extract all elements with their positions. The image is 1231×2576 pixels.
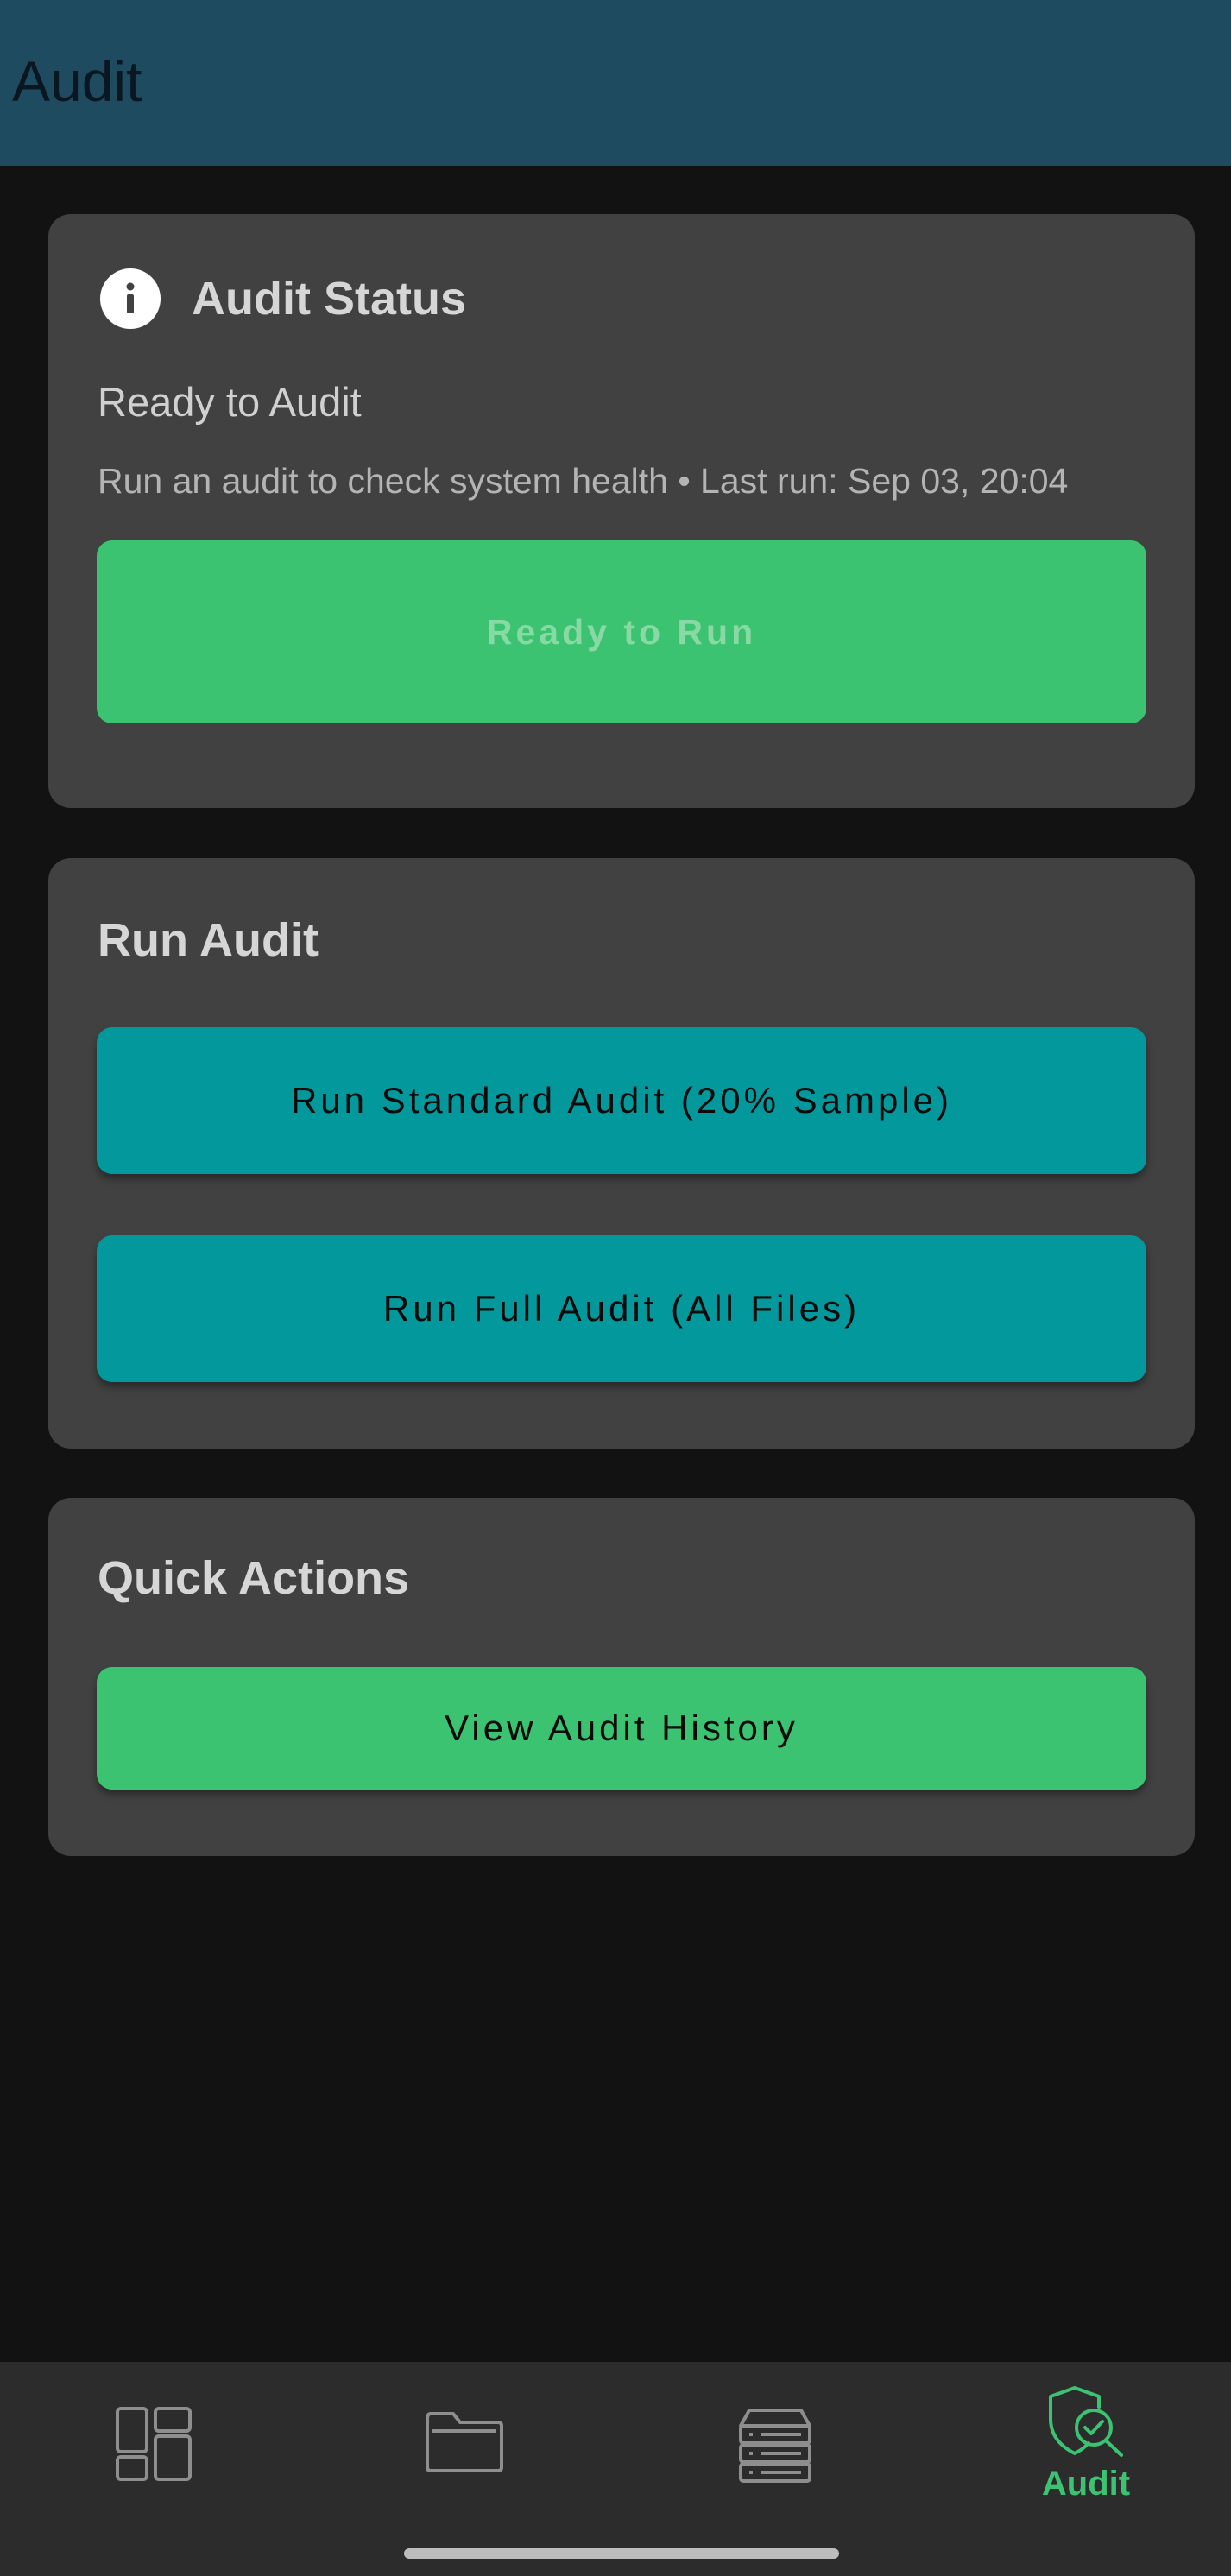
run-audit-title: Run Audit — [98, 914, 319, 966]
page-title: Audit — [12, 49, 142, 113]
quick-actions-card: Quick Actions View Audit History — [48, 1498, 1195, 1856]
run-audit-card: Run Audit Run Standard Audit (20% Sample… — [48, 858, 1195, 1449]
nav-label-audit: Audit — [1041, 2465, 1131, 2503]
app-screen: Audit Audit Status Ready to Audit Run an… — [0, 0, 1231, 2576]
audit-status-description: Run an audit to check system health • La… — [98, 461, 1069, 501]
audit-status-card: Audit Status Ready to Audit Run an audit… — [48, 214, 1195, 808]
home-indicator[interactable] — [404, 2548, 839, 2559]
run-standard-audit-button[interactable]: Run Standard Audit (20% Sample) — [97, 1027, 1146, 1174]
view-audit-history-button[interactable]: View Audit History — [97, 1667, 1146, 1790]
quick-actions-title: Quick Actions — [98, 1552, 410, 1604]
nav-item-storage[interactable] — [622, 2362, 929, 2576]
app-bar: Audit — [0, 0, 1231, 166]
nav-item-audit[interactable]: Audit — [932, 2362, 1231, 2576]
nav-item-files[interactable] — [311, 2362, 618, 2576]
dashboard-icon — [116, 2407, 192, 2485]
folder-icon — [426, 2407, 503, 2477]
audit-status-header: Audit Status — [100, 268, 466, 329]
audit-shield-icon — [1045, 2384, 1127, 2463]
run-full-audit-button[interactable]: Run Full Audit (All Files) — [97, 1235, 1146, 1382]
info-icon — [100, 268, 161, 329]
storage-icon — [737, 2407, 813, 2487]
nav-item-dashboard[interactable] — [0, 2362, 307, 2576]
ready-to-run-button[interactable]: Ready to Run — [97, 540, 1146, 723]
bottom-navigation: Audit — [0, 2362, 1231, 2576]
audit-status-title: Audit Status — [192, 273, 466, 325]
audit-status-subtitle: Ready to Audit — [98, 379, 362, 425]
